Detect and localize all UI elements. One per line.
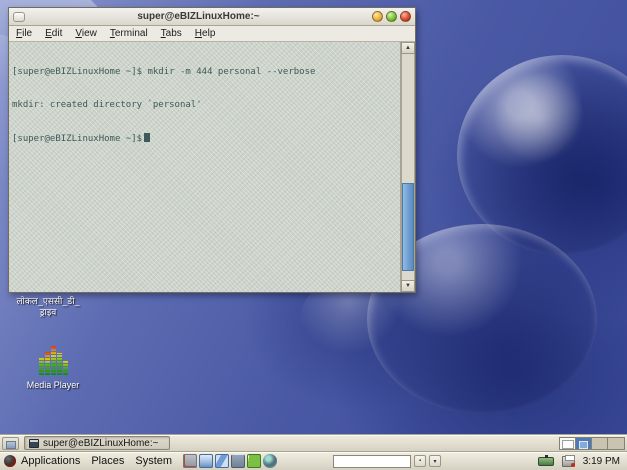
terminal-body: [super@eBIZLinuxHome ~]$ mkdir -m 444 pe… [9,42,415,292]
desktop[interactable]: लोकल_एससी_डी_ ड्राइव Media Player super@… [0,0,627,434]
terminal-scrollbar[interactable]: ▲ ▼ [401,42,415,292]
desktop-icon-media-player[interactable]: Media Player [20,343,86,391]
terminal-menubar: File Edit View Terminal Tabs Help [9,26,415,42]
window-title: super@eBIZLinuxHome:~ [25,11,372,22]
menu-tabs[interactable]: Tabs [161,28,182,39]
printer-status-icon[interactable] [562,456,575,467]
workspace-1[interactable] [560,438,576,449]
menu-file[interactable]: File [16,28,32,39]
menu-edit[interactable]: Edit [45,28,62,39]
terminal-line: [super@eBIZLinuxHome ~]$ mkdir -m 444 pe… [12,67,398,78]
command-entry[interactable] [333,455,411,468]
distro-menu-icon[interactable] [4,455,16,467]
device-status-icon[interactable] [538,457,554,466]
menu-terminal[interactable]: Terminal [110,28,148,39]
desktop-icon-label: ड्राइव [2,307,94,318]
scroll-up-icon[interactable]: ▲ [401,42,415,54]
file-cabinet-icon[interactable] [231,454,245,468]
display-icon[interactable] [199,454,213,468]
system-tray: 3:19 PM [538,456,623,467]
web-browser-icon[interactable] [263,454,277,468]
workspace-switcher [559,437,625,450]
menu-system[interactable]: System [135,455,172,467]
scroll-down-icon[interactable]: ▼ [401,280,415,292]
menu-places[interactable]: Places [91,455,124,467]
equalizer-icon [39,343,68,375]
terminal-icon [29,439,39,448]
minimize-button[interactable] [372,11,383,22]
menu-applications[interactable]: Applications [21,455,80,467]
launcher-icons [183,454,277,468]
scrollbar-thumb[interactable] [402,183,414,271]
entry-dropdown-button[interactable]: ▾ [429,455,441,467]
entry-go-button[interactable]: ▪ [414,455,426,467]
desktop-icon-label: लोकल_एससी_डी_ [2,296,94,307]
notes-icon[interactable] [247,454,261,468]
terminal-output[interactable]: [super@eBIZLinuxHome ~]$ mkdir -m 444 pe… [9,42,401,292]
desktop-icon-local-drive[interactable]: लोकल_एससी_डी_ ड्राइव [2,296,94,318]
utility-icon[interactable] [183,454,197,468]
workspace-3[interactable] [592,438,608,449]
close-button[interactable] [400,11,411,22]
window-list-bar: super@eBIZLinuxHome:~ [0,434,627,451]
task-button-label: super@eBIZLinuxHome:~ [43,438,158,449]
menu-view[interactable]: View [75,28,97,39]
window-menu-icon[interactable] [13,12,25,22]
workspace-2-active[interactable] [576,438,592,449]
scrollbar-trough[interactable] [401,54,415,280]
terminal-prompt-line: [super@eBIZLinuxHome ~]$ [12,133,398,145]
window-controls [372,11,411,22]
workspace-4[interactable] [608,438,624,449]
desktop-icon-label: Media Player [20,380,86,391]
show-desktop-button[interactable] [2,437,19,450]
terminal-cursor [144,133,150,142]
file-transfer-icon[interactable] [215,454,229,468]
maximize-button[interactable] [386,11,397,22]
menu-help[interactable]: Help [195,28,216,39]
terminal-window: super@eBIZLinuxHome:~ File Edit View Ter… [8,7,416,293]
terminal-line: mkdir: created directory `personal' [12,100,398,111]
clock[interactable]: 3:19 PM [583,456,620,467]
task-button-terminal[interactable]: super@eBIZLinuxHome:~ [24,436,170,450]
bottom-panel: Applications Places System ▪ ▾ 3:19 PM [0,451,627,470]
window-titlebar[interactable]: super@eBIZLinuxHome:~ [9,8,415,26]
screen: लोकल_एससी_डी_ ड्राइव Media Player super@… [0,0,627,470]
